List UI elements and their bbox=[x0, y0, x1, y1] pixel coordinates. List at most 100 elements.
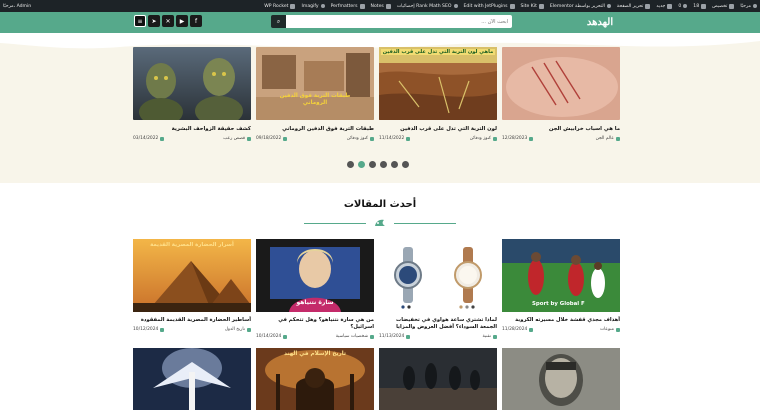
article-date: 10/12/2024 bbox=[133, 327, 165, 332]
slide[interactable]: ماهي لون التربة التي تدل على قرب الدفين … bbox=[379, 47, 497, 141]
slide-title[interactable]: طبقات التربة فوق الدفين الروماني bbox=[256, 126, 374, 132]
slider-dot[interactable] bbox=[358, 161, 365, 168]
article-category[interactable]: تقنية bbox=[483, 334, 497, 339]
article-category[interactable]: تاريخ الدول bbox=[225, 327, 251, 332]
article-thumbnail[interactable]: أسرار الحضارة المصرية القديمة bbox=[133, 239, 251, 312]
article-card[interactable] bbox=[502, 348, 620, 410]
article-thumbnail[interactable]: سارة نتنياهو bbox=[256, 239, 374, 312]
article-category[interactable]: منوعات bbox=[600, 327, 620, 332]
admin-bar-item-label: التحرير بواسطة Elementor bbox=[549, 3, 605, 9]
slide-date: 11/14/2022 bbox=[379, 136, 411, 141]
calendar-icon bbox=[529, 327, 534, 332]
admin-bar-item[interactable]: 18 bbox=[693, 3, 707, 9]
slider-dot[interactable] bbox=[402, 161, 409, 168]
article-overlay-caption: تاريخ الإسلام في الهند bbox=[284, 351, 346, 357]
calendar-icon bbox=[160, 136, 165, 141]
admin-bar-item[interactable]: Rank Math SEO إحصائيات bbox=[397, 4, 458, 9]
search-input[interactable] bbox=[286, 15, 512, 28]
article-card[interactable]: سارة نتنياهو من هي سارة نتنياهو؟ وهل تتح… bbox=[256, 239, 374, 339]
admin-bar-item[interactable]: تحرير الصفحة bbox=[617, 3, 651, 9]
site-header: ≡ ➤ ✕ ▶ f ⌕ الهدهد bbox=[0, 12, 760, 33]
article-thumbnail[interactable]: تاريخ الإسلام في الهند bbox=[256, 348, 374, 410]
slider-dot[interactable] bbox=[369, 161, 376, 168]
slide-date: 09/18/2022 bbox=[256, 136, 288, 141]
article-category[interactable]: شخصيات سياسية bbox=[336, 334, 374, 339]
admin-bar-item[interactable]: Imagify bbox=[301, 4, 325, 9]
article-card[interactable]: أسرار الحضارة المصرية القديمة أساطير الح… bbox=[133, 239, 251, 339]
article-thumbnail[interactable] bbox=[379, 239, 497, 312]
smartwatch-image bbox=[379, 239, 497, 312]
slider-pagination bbox=[347, 161, 409, 168]
x-icon[interactable]: ✕ bbox=[162, 15, 174, 27]
admin-bar-item[interactable]: 0 bbox=[678, 3, 688, 9]
site-logo[interactable]: الهدهد bbox=[582, 14, 618, 31]
telegram-icon[interactable]: ➤ bbox=[148, 15, 160, 27]
admin-bar-item[interactable]: جديد bbox=[656, 3, 673, 9]
admin-bar-item[interactable]: WP Rocket bbox=[264, 3, 296, 9]
slide-title[interactable]: لون التربة التي تدل على قرب الدفين bbox=[379, 126, 497, 132]
admin-bar-account-label: مرحبًا، Admin bbox=[3, 3, 32, 9]
slide[interactable]: كشف حقيقة الزواحف البشرية قصص رعب 03/14/… bbox=[133, 47, 251, 141]
folder-icon bbox=[370, 334, 374, 339]
article-overlay-caption: أسرار الحضارة المصرية القديمة bbox=[150, 242, 234, 248]
facebook-icon[interactable]: f bbox=[190, 15, 202, 27]
calendar-icon bbox=[283, 334, 288, 339]
admin-bar-item[interactable]: Site Kit bbox=[521, 3, 544, 9]
roman-ruins-image bbox=[256, 47, 374, 120]
slide[interactable]: ما هي أسباب خرابيش الجن عالم الجن 12/28/… bbox=[502, 47, 620, 141]
divider-line-left bbox=[304, 223, 366, 224]
article-card[interactable]: لماذا تشتري ساعة هواوي في تخفيضات الجمعة… bbox=[379, 239, 497, 339]
admin-bar-account[interactable]: مرحبًا، Admin bbox=[3, 4, 31, 9]
article-card[interactable] bbox=[379, 348, 497, 410]
slide-title[interactable]: ما هي أسباب خرابيش الجن bbox=[502, 126, 620, 132]
calendar-icon bbox=[406, 334, 411, 339]
article-card[interactable] bbox=[133, 348, 251, 410]
article-date: 11/28/2024 bbox=[502, 327, 534, 332]
article-title[interactable]: لماذا تشتري ساعة هواوي في تخفيضات الجمعة… bbox=[379, 317, 497, 331]
admin-bar-item[interactable]: Notes bbox=[371, 3, 391, 9]
admin-bar-item[interactable]: التحرير بواسطة Elementor bbox=[550, 4, 611, 9]
slide-meta: كنوز ودفائن 09/18/2022 bbox=[256, 136, 374, 141]
slide-thumbnail[interactable] bbox=[502, 47, 620, 120]
slide-author[interactable]: قصص رعب bbox=[223, 136, 251, 141]
admin-bar-item[interactable]: Perfmatters bbox=[331, 3, 365, 9]
admin-bar-item[interactable]: مرحبًا bbox=[740, 4, 757, 9]
slide-author[interactable]: كنوز ودفائن bbox=[470, 136, 497, 141]
slide-thumbnail[interactable]: ماهي لون التربة التي تدل على قرب الدفين bbox=[379, 47, 497, 120]
article-thumbnail[interactable]: Sport by Global F bbox=[502, 239, 620, 312]
youtube-icon[interactable]: ▶ bbox=[176, 15, 188, 27]
admin-bar-item[interactable]: Edit with JetPlugins bbox=[464, 3, 515, 9]
slide-meta: كنوز ودفائن 11/14/2022 bbox=[379, 136, 497, 141]
article-title[interactable]: أهداف مجدي قفشة خلال مسيرته الكروية bbox=[502, 317, 620, 324]
article-thumbnail[interactable] bbox=[379, 348, 497, 410]
slide-author[interactable]: عالم الجن bbox=[596, 136, 620, 141]
slide[interactable]: طبقات التربة فوق الدفين الروماني طبقات ا… bbox=[256, 47, 374, 141]
admin-bar-item-label: Rank Math SEO إحصائيات bbox=[396, 3, 452, 9]
slide-thumbnail[interactable]: طبقات التربة فوق الدفين الروماني bbox=[256, 47, 374, 120]
slide-thumbnail[interactable] bbox=[133, 47, 251, 120]
article-thumbnail[interactable] bbox=[133, 348, 251, 410]
search-icon: ⌕ bbox=[276, 17, 281, 25]
article-card[interactable]: Sport by Global F أهداف مجدي قفشة خلال م… bbox=[502, 239, 620, 339]
slider-dot[interactable] bbox=[391, 161, 398, 168]
author-icon bbox=[616, 136, 620, 141]
admin-bar-item-label: WP Rocket bbox=[264, 3, 289, 9]
admin-bar-item-icon bbox=[453, 4, 458, 8]
article-thumbnail[interactable] bbox=[502, 348, 620, 410]
article-card[interactable]: تاريخ الإسلام في الهند bbox=[256, 348, 374, 410]
slide-author[interactable]: كنوز ودفائن bbox=[347, 136, 374, 141]
slide-title[interactable]: كشف حقيقة الزواحف البشرية bbox=[133, 126, 251, 132]
search-button[interactable]: ⌕ bbox=[271, 15, 286, 28]
latest-articles-row-2: تاريخ الإسلام في الهند bbox=[133, 348, 620, 410]
article-title[interactable]: أساطير الحضارة المصرية القديمة المفقودة bbox=[133, 317, 251, 324]
menu-icon[interactable]: ≡ bbox=[134, 15, 146, 27]
article-title[interactable]: من هي سارة نتنياهو؟ وهل تتحكم في اسرائيل… bbox=[256, 317, 374, 331]
slide-overlay-caption: طبقات التربة فوق الدفين الروماني bbox=[279, 93, 351, 106]
admin-bar-item-label: 0 bbox=[678, 3, 682, 9]
india-islam-image bbox=[256, 348, 374, 410]
slider-dot[interactable] bbox=[380, 161, 387, 168]
admin-bar-item-icon bbox=[359, 3, 365, 9]
slider-dot[interactable] bbox=[347, 161, 354, 168]
slider-track: كشف حقيقة الزواحف البشرية قصص رعب 03/14/… bbox=[133, 47, 620, 141]
admin-bar-item[interactable]: تخصيص bbox=[712, 3, 735, 9]
